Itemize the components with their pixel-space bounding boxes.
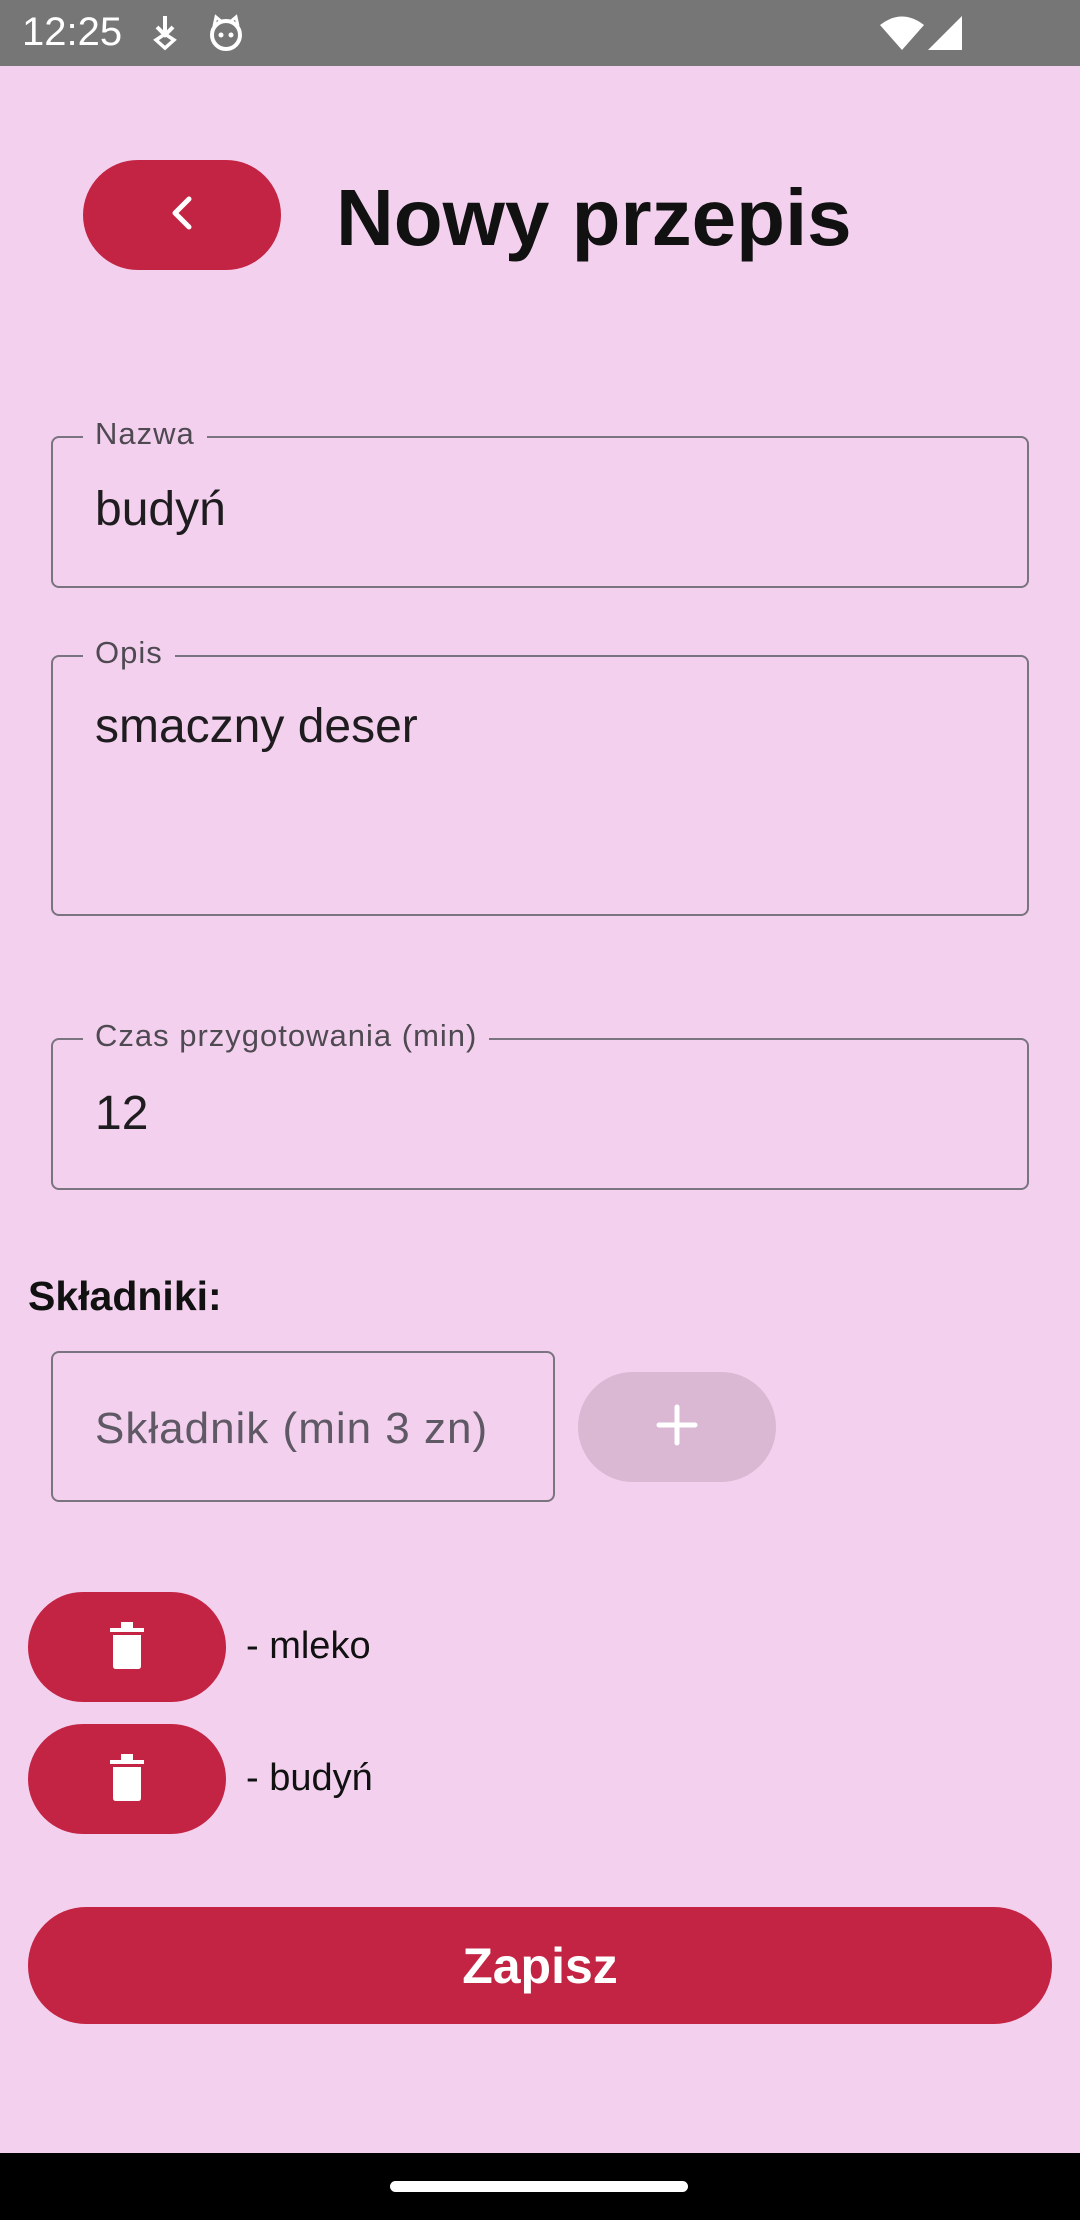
back-button[interactable]: [83, 160, 281, 270]
prep-time-field[interactable]: Czas przygotowania (min) 12: [51, 1018, 1029, 1190]
wifi-icon: [880, 16, 924, 55]
ingredient-item: - budyń: [246, 1757, 373, 1799]
status-time: 12:25: [22, 10, 123, 54]
plus-icon: [655, 1403, 699, 1452]
name-field-value: budyń: [95, 483, 226, 536]
prep-time-field-label: Czas przygotowania (min): [83, 1018, 490, 1054]
delete-ingredient-button[interactable]: [28, 1724, 226, 1834]
description-field[interactable]: Opis smaczny deser: [51, 635, 1029, 916]
trash-icon: [108, 1752, 146, 1807]
description-field-value: smaczny deser: [95, 700, 418, 753]
save-button[interactable]: Zapisz: [28, 1907, 1052, 2024]
description-field-label: Opis: [83, 635, 175, 671]
home-gesture-handle[interactable]: [390, 2181, 688, 2192]
ingredient-input[interactable]: Składnik (min 3 zn): [51, 1351, 555, 1502]
status-bar: 12:25: [0, 0, 1080, 66]
chevron-left-icon: [167, 193, 197, 238]
ingredients-heading: Składniki:: [28, 1273, 222, 1319]
delete-ingredient-button[interactable]: [28, 1592, 226, 1702]
page-title: Nowy przepis: [336, 173, 852, 262]
prep-time-field-value: 12: [95, 1087, 149, 1140]
ingredient-item: - mleko: [246, 1625, 371, 1667]
add-ingredient-button[interactable]: [578, 1372, 776, 1482]
download-icon: [150, 14, 180, 57]
save-button-label: Zapisz: [462, 1937, 618, 1994]
trash-icon: [108, 1620, 146, 1675]
ingredient-input-placeholder: Składnik (min 3 zn): [95, 1404, 489, 1453]
signal-icon: [928, 16, 962, 55]
name-field[interactable]: Nazwa budyń: [51, 416, 1029, 588]
cat-icon: [207, 14, 245, 57]
name-field-label: Nazwa: [83, 416, 207, 452]
